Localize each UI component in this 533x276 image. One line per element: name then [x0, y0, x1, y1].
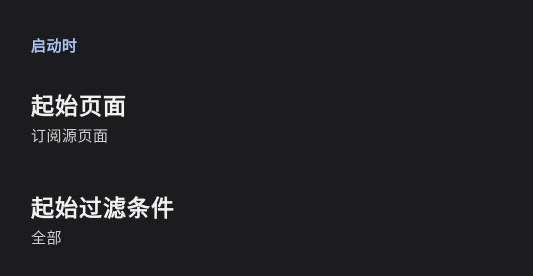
preference-summary: 全部 — [31, 229, 63, 247]
preference-start-page[interactable]: 起始页面 订阅源页面 — [31, 92, 501, 156]
settings-screen: 启动时 起始页面 订阅源页面 起始过滤条件 全部 — [0, 0, 533, 276]
preference-title: 起始页面 — [31, 94, 127, 120]
section-header-on-launch: 启动时 — [31, 37, 78, 55]
preference-summary: 订阅源页面 — [31, 127, 109, 145]
preference-title: 起始过滤条件 — [31, 196, 175, 222]
preference-start-filter[interactable]: 起始过滤条件 全部 — [31, 194, 501, 258]
